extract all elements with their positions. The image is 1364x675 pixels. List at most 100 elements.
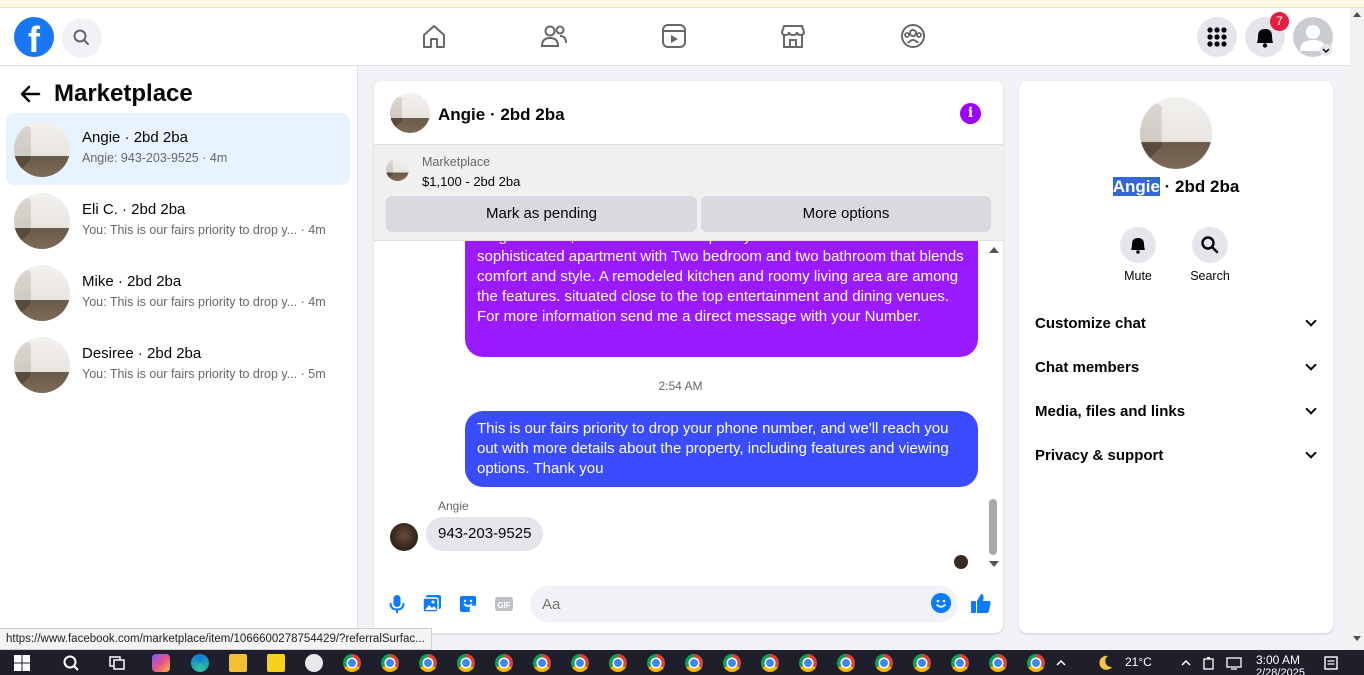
message-thread[interactable]: Elegant 2-bed, 2-bath with Contemporary … bbox=[374, 241, 1003, 579]
sent-message: Elegant 2-bed, 2-bath with Contemporary … bbox=[465, 241, 978, 357]
chrome-taskbar-icon[interactable] bbox=[609, 654, 627, 672]
battery-icon[interactable] bbox=[1202, 654, 1216, 672]
clock-date[interactable]: 2/28/2025 bbox=[1256, 667, 1305, 675]
chrome-taskbar-icon[interactable] bbox=[837, 654, 855, 672]
chrome-taskbar-icon[interactable] bbox=[875, 654, 893, 672]
notification-center-icon[interactable] bbox=[1322, 654, 1340, 672]
chrome-taskbar-icon[interactable] bbox=[647, 654, 665, 672]
snippet-time: 5m bbox=[308, 367, 326, 381]
thread-scrollbar-thumb[interactable] bbox=[989, 499, 997, 555]
chat-title[interactable]: Angie · 2bd 2ba bbox=[438, 105, 565, 125]
thread-scroll-down-arrow[interactable] bbox=[989, 561, 999, 567]
friends-icon[interactable] bbox=[539, 21, 569, 51]
chrome-taskbar-icon[interactable] bbox=[913, 654, 931, 672]
chrome-taskbar-icon[interactable] bbox=[723, 654, 741, 672]
network-icon[interactable] bbox=[1226, 654, 1242, 672]
mute-button[interactable]: Mute bbox=[1108, 227, 1168, 283]
conversation-item[interactable]: Angie · 2bd 2ba Angie: 943-203-9525 · 4m bbox=[6, 113, 350, 185]
taskbar-search-icon[interactable] bbox=[62, 654, 80, 672]
menu-button[interactable] bbox=[1197, 17, 1237, 57]
chrome-taskbar-icon[interactable] bbox=[989, 654, 1007, 672]
media-files-links-section[interactable]: Media, files and links bbox=[1035, 391, 1317, 431]
chrome-taskbar-icon[interactable] bbox=[495, 654, 513, 672]
chrome-taskbar-icon[interactable] bbox=[457, 654, 475, 672]
tray-overflow-chevron-icon[interactable] bbox=[1055, 654, 1067, 672]
conversation-name: Angie · 2bd 2ba bbox=[82, 129, 188, 146]
watch-icon[interactable] bbox=[659, 21, 689, 51]
gif-icon[interactable]: GIF bbox=[493, 593, 515, 615]
chrome-taskbar-icon[interactable] bbox=[1027, 654, 1045, 672]
info-icon[interactable]: i bbox=[960, 103, 981, 124]
mute-bell-icon bbox=[1131, 238, 1145, 254]
chevron-down-icon bbox=[1305, 315, 1317, 327]
weather-temperature[interactable]: 21°C bbox=[1125, 655, 1152, 669]
incoming-message: 943-203-9525 bbox=[426, 517, 544, 551]
chrome-taskbar-icon[interactable] bbox=[533, 654, 551, 672]
details-title-rest: · 2bd 2ba bbox=[1159, 177, 1240, 196]
paint-icon[interactable] bbox=[305, 654, 323, 672]
page-scroll-up-arrow[interactable] bbox=[1353, 12, 1361, 17]
conversation-item[interactable]: Mike · 2bd 2ba You: This is our fairs pr… bbox=[6, 257, 350, 329]
system-tray-chevron-icon[interactable] bbox=[1180, 654, 1192, 672]
section-label: Privacy & support bbox=[1035, 447, 1164, 464]
privacy-support-section[interactable]: Privacy & support bbox=[1035, 435, 1317, 475]
link-status-bar: https://www.facebook.com/marketplace/ite… bbox=[0, 628, 432, 650]
conversation-snippet: Angie: 943-203-9525 · 4m bbox=[82, 151, 228, 165]
back-arrow-icon[interactable] bbox=[18, 82, 42, 106]
customize-chat-section[interactable]: Customize chat bbox=[1035, 303, 1317, 343]
listing-thumbnail bbox=[14, 265, 70, 321]
account-chevron-icon bbox=[1320, 44, 1332, 56]
chrome-taskbar-icon[interactable] bbox=[685, 654, 703, 672]
like-thumb-icon[interactable] bbox=[969, 591, 993, 615]
snippet-time: 4m bbox=[308, 295, 326, 309]
photo-icon[interactable] bbox=[421, 593, 443, 615]
emoji-icon[interactable] bbox=[931, 593, 951, 613]
seen-indicator-avatar bbox=[954, 555, 968, 569]
search-label: Search bbox=[1190, 269, 1230, 283]
chrome-taskbar-icon[interactable] bbox=[571, 654, 589, 672]
listing-large-avatar[interactable] bbox=[1140, 97, 1212, 169]
chat-panel: Angie · 2bd 2ba i Marketplace $1,100 - 2… bbox=[374, 81, 1003, 633]
details-title: Angie · 2bd 2ba bbox=[1019, 177, 1333, 197]
file-explorer-icon[interactable] bbox=[229, 654, 247, 672]
groups-icon[interactable] bbox=[898, 21, 928, 51]
chrome-taskbar-icon[interactable] bbox=[951, 654, 969, 672]
search-button[interactable] bbox=[62, 18, 102, 58]
sticky-notes-icon[interactable] bbox=[267, 654, 285, 672]
listing-thumbnail bbox=[14, 193, 70, 249]
chrome-taskbar-icon[interactable] bbox=[799, 654, 817, 672]
thread-scroll-up-arrow[interactable] bbox=[989, 247, 999, 253]
page-scrollbar[interactable] bbox=[1350, 8, 1364, 650]
more-options-button[interactable]: More options bbox=[701, 196, 991, 232]
weather-moon-icon[interactable] bbox=[1096, 654, 1114, 672]
conversation-item[interactable]: Eli C. · 2bd 2ba You: This is our fairs … bbox=[6, 185, 350, 257]
mark-as-pending-button[interactable]: Mark as pending bbox=[386, 196, 697, 232]
chrome-taskbar-icon[interactable] bbox=[761, 654, 779, 672]
snippet-text: You: This is our fairs priority to drop … bbox=[82, 295, 298, 309]
edge-icon[interactable] bbox=[191, 654, 209, 672]
windows-start-icon[interactable] bbox=[13, 654, 31, 672]
microphone-icon[interactable] bbox=[386, 593, 408, 615]
chat-listing-avatar[interactable] bbox=[390, 93, 430, 133]
task-view-icon[interactable] bbox=[108, 654, 126, 672]
page-scroll-down-arrow[interactable] bbox=[1353, 636, 1361, 641]
facebook-logo[interactable]: f bbox=[14, 17, 54, 60]
listing-source-label: Marketplace bbox=[422, 155, 491, 169]
message-input[interactable] bbox=[530, 586, 958, 622]
home-icon[interactable] bbox=[419, 21, 449, 51]
conversation-name: Desiree · 2bd 2ba bbox=[82, 345, 202, 362]
chat-members-section[interactable]: Chat members bbox=[1035, 347, 1317, 387]
clock-time[interactable]: 3:00 AM bbox=[1256, 653, 1300, 667]
chrome-taskbar-icon[interactable] bbox=[343, 654, 361, 672]
sticker-icon[interactable] bbox=[457, 593, 479, 615]
incoming-sender-name: Angie bbox=[438, 499, 469, 513]
conversation-item[interactable]: Desiree · 2bd 2ba You: This is our fairs… bbox=[6, 329, 350, 401]
listing-price[interactable]: $1,100 - 2bd 2ba bbox=[422, 174, 520, 189]
chrome-taskbar-icon[interactable] bbox=[419, 654, 437, 672]
marketplace-icon[interactable] bbox=[778, 21, 808, 51]
sender-avatar[interactable] bbox=[390, 523, 418, 551]
search-in-chat-button[interactable]: Search bbox=[1180, 227, 1240, 283]
snippet-text: You: This is our fairs priority to drop … bbox=[82, 223, 298, 237]
copilot-icon[interactable] bbox=[152, 654, 170, 672]
chrome-taskbar-icon[interactable] bbox=[381, 654, 399, 672]
